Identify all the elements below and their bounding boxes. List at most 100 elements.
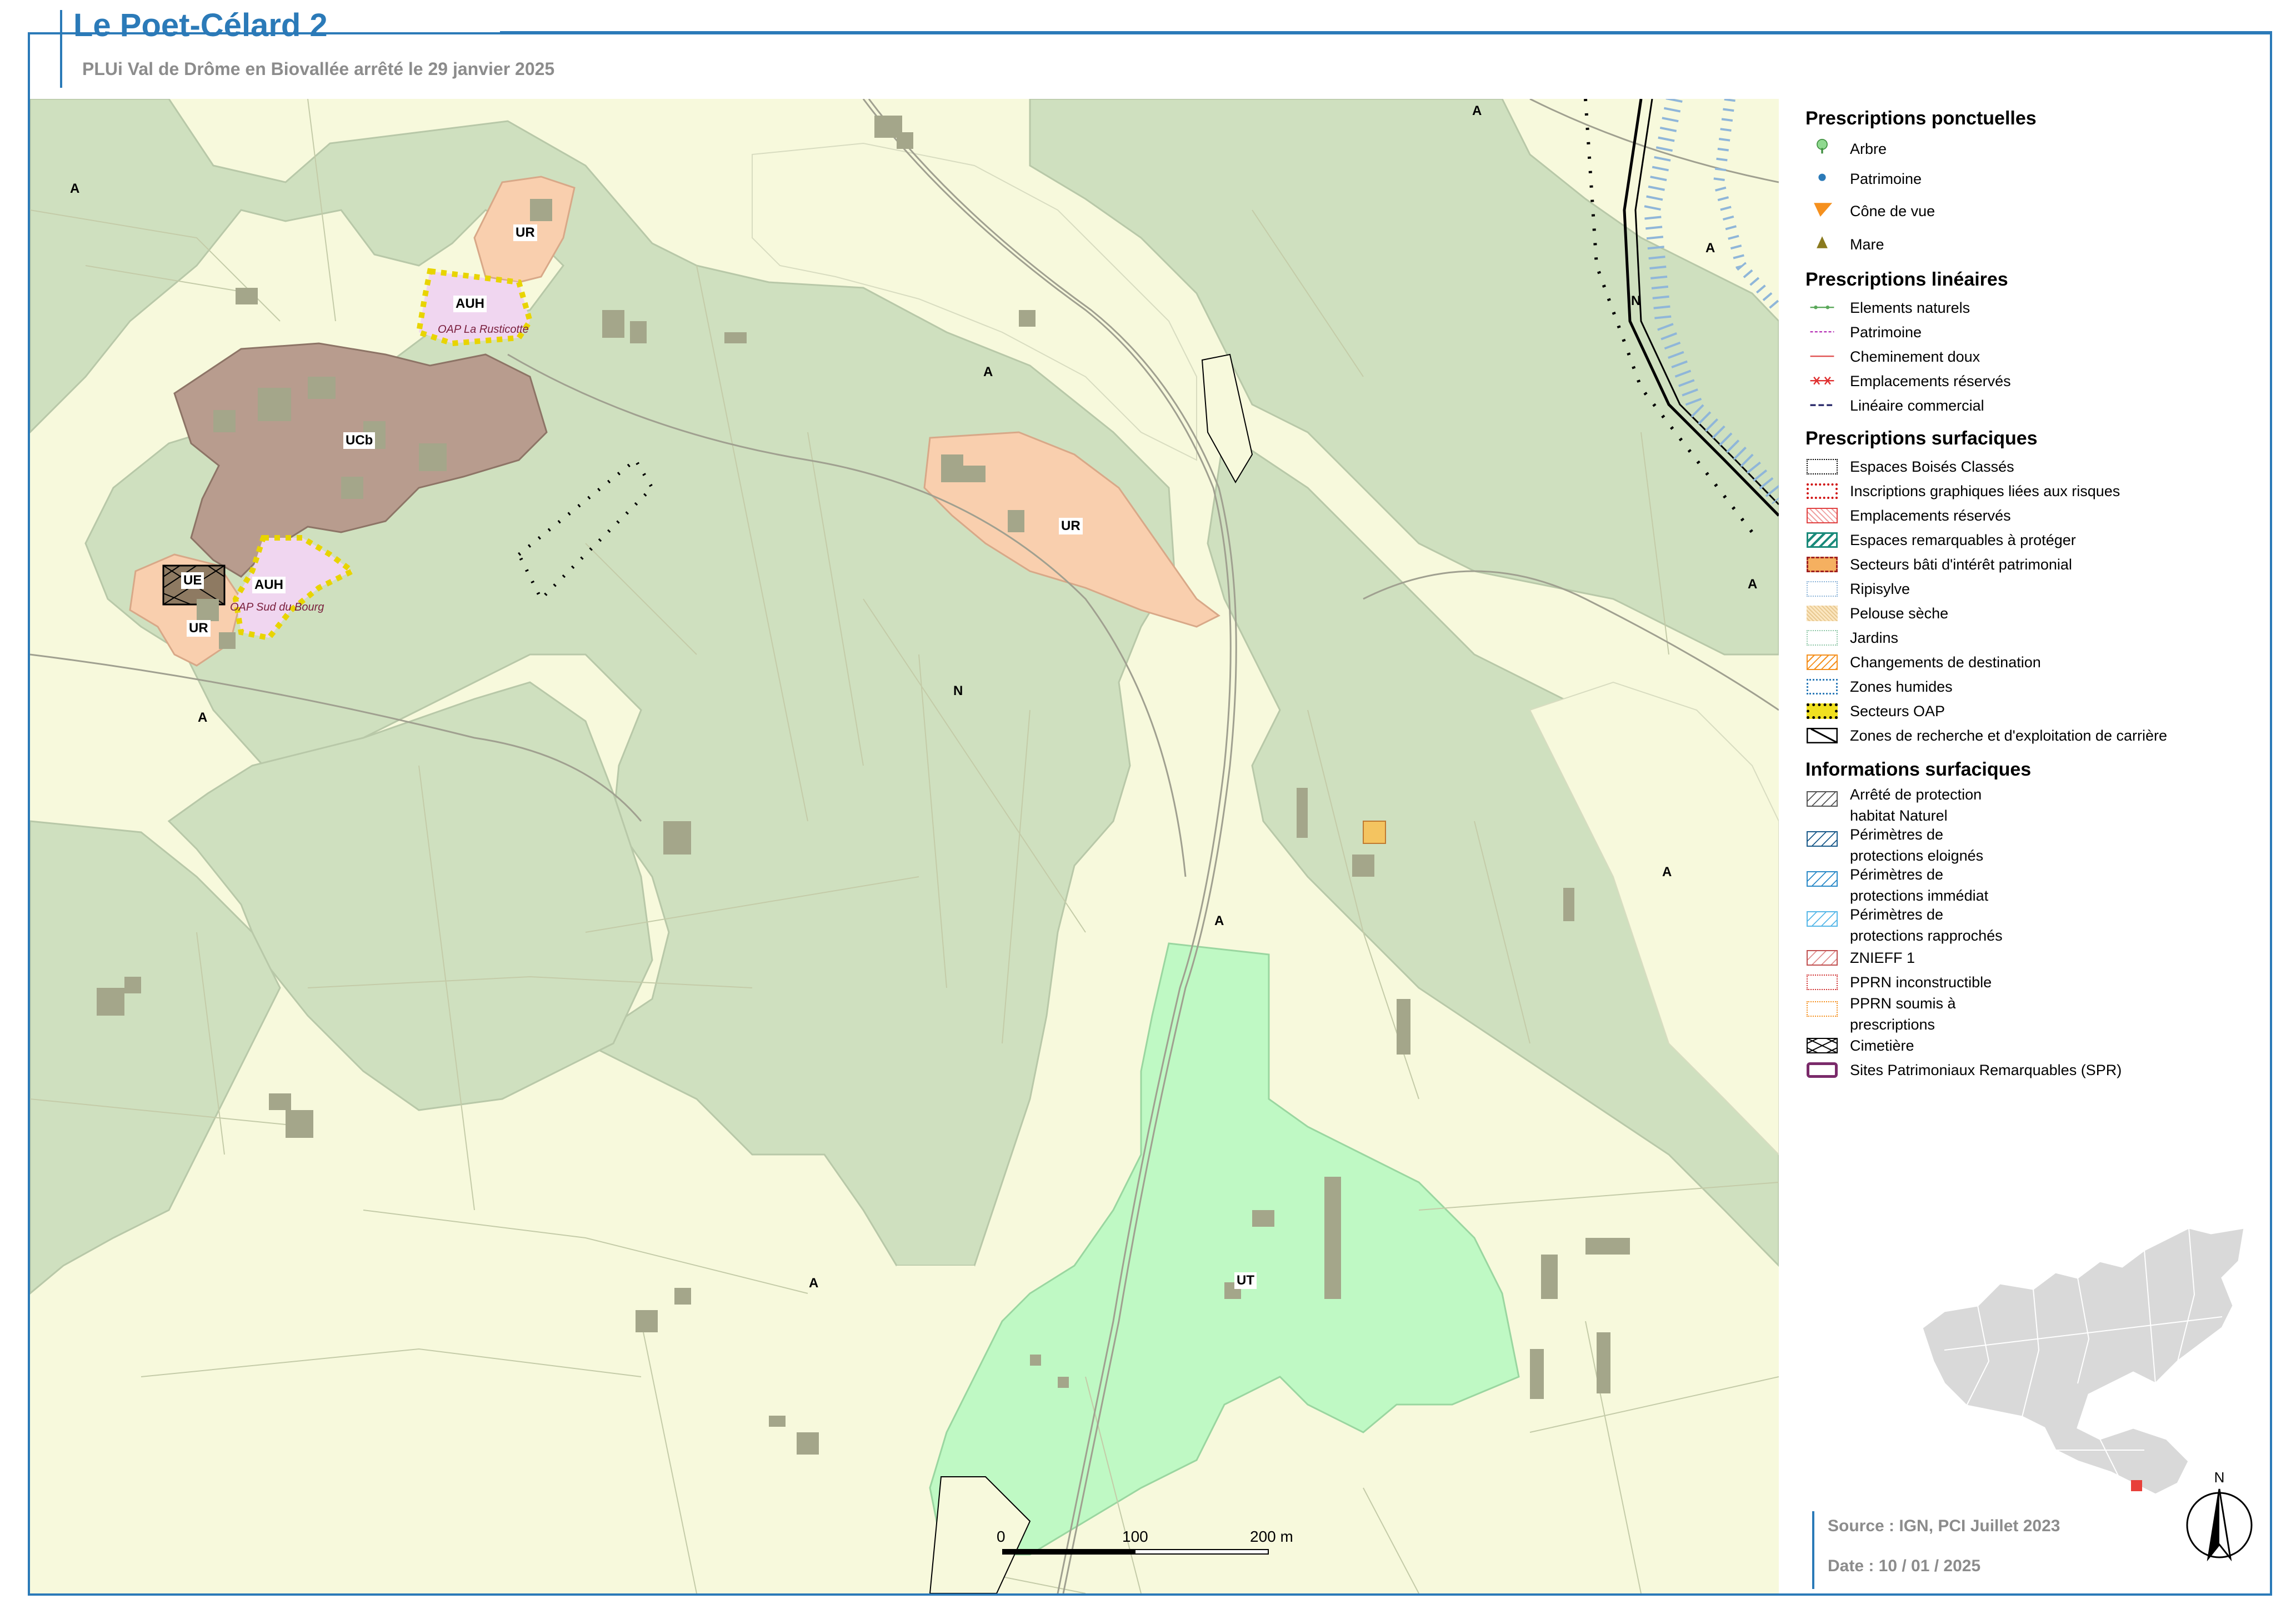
cheminement-line-icon xyxy=(1810,355,1834,357)
tree-icon xyxy=(1817,139,1828,154)
legend-item-arbre: Arbre xyxy=(1850,141,1887,157)
legend-symbol-espaces-remarquables xyxy=(1807,532,1838,548)
legend-heading-surfaciques: Prescriptions surfaciques xyxy=(1805,428,2038,449)
quarry-zone-icon xyxy=(1807,728,1838,743)
map-canvas[interactable]: A A A A A A A A A N N UR UR UR AUH AUH U… xyxy=(30,99,1779,1593)
legend-symbol-secteurs-oap xyxy=(1807,703,1838,719)
legend-item-patrimoine-line: Patrimoine xyxy=(1850,324,1922,341)
legend-symbol-jardins xyxy=(1807,630,1838,646)
zone-label-ue: UE xyxy=(181,572,204,589)
zone-label-a-6: A xyxy=(198,710,208,725)
zone-label-a-3: A xyxy=(1705,241,1715,256)
legend-item-eloignes-2: protections eloignés xyxy=(1850,847,1984,864)
zone-label-a-9: A xyxy=(809,1276,819,1291)
zone-label-ut: UT xyxy=(1234,1272,1257,1289)
zone-label-a-8: A xyxy=(1214,913,1224,928)
legend-item-rapproches-1: Périmètres de xyxy=(1850,906,1944,923)
legend-item-cone-de-vue: Cône de vue xyxy=(1850,203,1935,219)
legend-item-pprn-2: prescriptions xyxy=(1850,1016,1935,1033)
legend-item-emplacements-reserves-area: Emplacements réservés xyxy=(1850,507,2011,524)
cemetery-icon xyxy=(1807,1038,1838,1053)
map-legend: Prescriptions ponctuelles Arbre Patrimoi… xyxy=(1800,104,2267,1105)
legend-symbol-znieff xyxy=(1807,950,1838,966)
legend-item-immediat-1: Périmètres de xyxy=(1850,866,1944,883)
legend-symbol-ripisylve xyxy=(1807,581,1838,597)
map-drawing xyxy=(30,99,1779,1593)
commercial-line-icon xyxy=(1810,404,1834,406)
legend-item-rapproches-2: protections rapprochés xyxy=(1850,927,2003,944)
legend-item-lineaire-commercial: Linéaire commercial xyxy=(1850,397,1984,414)
legend-item-arrete-1: Arrêté de protection xyxy=(1850,786,1982,803)
legend-symbol-perimetres-rapproches xyxy=(1807,911,1838,927)
oap-label-sud-bourg: OAP Sud du Bourg xyxy=(230,601,324,613)
legend-item-pprn-1: PPRN soumis à xyxy=(1850,995,1956,1012)
legend-item-arrete-2: habitat Naturel xyxy=(1850,807,1948,824)
legend-item-pprn-inconstructible: PPRN inconstructible xyxy=(1850,974,1992,991)
legend-item-emplacements-reserves-line: Emplacements réservés xyxy=(1850,373,2011,389)
legend-item-ebc: Espaces Boisés Classés xyxy=(1850,458,2014,475)
zone-label-n-1: N xyxy=(953,683,963,698)
legend-item-bati-patrimonial: Secteurs bâti d'intérêt patrimonial xyxy=(1850,556,2072,573)
legend-item-elements-naturels: Elements naturels xyxy=(1850,299,1970,316)
zone-label-a-7: A xyxy=(1662,865,1672,880)
legend-item-zones-humides: Zones humides xyxy=(1850,678,1953,695)
zone-label-ucb: UCb xyxy=(343,432,376,449)
natural-line-icon xyxy=(1810,305,1834,309)
legend-symbol-bati-patrimonial xyxy=(1807,557,1838,572)
legend-symbol-pprn-inconstructible xyxy=(1807,975,1838,990)
legend-item-spr: Sites Patrimoniaux Remarquables (SPR) xyxy=(1850,1062,2122,1078)
footer-accent-bar xyxy=(1812,1511,1814,1589)
legend-item-patrimoine-point: Patrimoine xyxy=(1850,171,1922,187)
legend-heading-informations: Informations surfaciques xyxy=(1805,759,2032,780)
legend-symbol-spr xyxy=(1807,1062,1838,1078)
legend-heading-lineaires: Prescriptions linéaires xyxy=(1805,269,2008,290)
footer-date: Date : 10 / 01 / 2025 xyxy=(1828,1557,1981,1575)
legend-item-risques: Inscriptions graphiques liées aux risque… xyxy=(1850,483,2120,499)
legend-item-cimetiere: Cimetière xyxy=(1850,1037,1914,1054)
legend-item-znieff: ZNIEFF 1 xyxy=(1850,950,1915,966)
legend-item-mare: Mare xyxy=(1850,236,1884,253)
north-arrow-icon: N xyxy=(2186,1469,2253,1561)
zone-label-auh-2: AUH xyxy=(252,577,286,593)
zone-label-ur-1: UR xyxy=(513,224,537,241)
scale-bar xyxy=(1002,1549,1269,1555)
zone-label-auh-1: AUH xyxy=(453,296,487,312)
zone-label-a-5: A xyxy=(1748,577,1758,592)
patrimoine-point-icon xyxy=(1818,173,1826,181)
scale-label-mid: 100 xyxy=(1122,1528,1148,1545)
locator-highlight xyxy=(2131,1480,2142,1491)
legend-item-secteurs-oap: Secteurs OAP xyxy=(1850,703,1945,719)
north-label: N xyxy=(2214,1469,2225,1486)
legend-item-eloignes-1: Périmètres de xyxy=(1850,826,1944,843)
patrimoine-line-icon xyxy=(1810,331,1834,333)
zone-label-ur-2: UR xyxy=(1059,518,1083,534)
legend-item-pelouse-seche: Pelouse sèche xyxy=(1850,605,1949,622)
legend-symbol-zones-humides xyxy=(1807,679,1838,694)
scale-label-end: 200 m xyxy=(1250,1528,1293,1545)
oap-label-rusticotte: OAP La Rusticotte xyxy=(438,323,529,336)
legend-item-cheminement-doux: Cheminement doux xyxy=(1850,348,1980,365)
legend-symbol-pelouse-seche xyxy=(1807,606,1838,621)
scale-bar-black-segment xyxy=(1003,1550,1136,1553)
view-cone-icon xyxy=(1814,203,1833,217)
footer-source: Source : IGN, PCI Juillet 2023 xyxy=(1828,1517,2060,1535)
legend-item-changements-destination: Changements de destination xyxy=(1850,654,2041,671)
zone-label-ur-3: UR xyxy=(187,620,211,637)
zone-label-n-2: N xyxy=(1631,293,1641,308)
legend-symbol-perimetres-immediat xyxy=(1807,871,1838,887)
legend-item-carriere: Zones de recherche et d'exploitation de … xyxy=(1850,727,2167,744)
zone-label-a-1: A xyxy=(70,181,80,196)
legend-item-jardins: Jardins xyxy=(1850,629,1899,646)
legend-symbol-ebc xyxy=(1807,459,1838,474)
legend-heading-ponctuelles: Prescriptions ponctuelles xyxy=(1805,108,2037,129)
legend-symbol-risques xyxy=(1807,483,1838,499)
legend-item-immediat-2: protections immédiat xyxy=(1850,887,1989,904)
locator-inset-map xyxy=(1921,1227,2245,1496)
legend-symbol-reserved-area xyxy=(1807,508,1838,523)
zone-label-a-2: A xyxy=(1472,103,1482,118)
zone-label-a-4: A xyxy=(983,364,993,379)
legend-item-espaces-remarquables: Espaces remarquables à protéger xyxy=(1850,532,2076,548)
legend-symbol-pprn-prescriptions xyxy=(1807,1001,1838,1017)
legend-symbol-arrete-protection xyxy=(1807,791,1838,807)
scale-label-zero: 0 xyxy=(997,1528,1006,1545)
